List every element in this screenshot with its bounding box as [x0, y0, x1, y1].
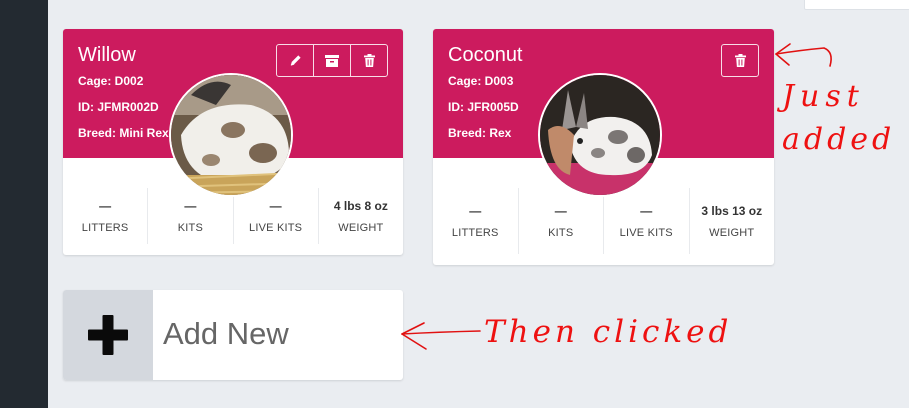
- annotation-added: added: [782, 122, 896, 157]
- plus-icon: [88, 315, 128, 355]
- rabbit-name[interactable]: Coconut: [448, 44, 523, 67]
- edit-icon: [290, 55, 301, 66]
- stats-row: — LITTERS — KITS — LIVE KITS 3 lbs 13 oz…: [433, 188, 774, 254]
- rabbit-card[interactable]: Willow Cage: D002 ID: JFMR002D Breed: Mi…: [63, 29, 403, 255]
- stat-live-kits: — LIVE KITS: [603, 188, 689, 254]
- archive-icon: [325, 54, 339, 67]
- rabbit-cage: Cage: D003: [448, 74, 514, 88]
- archive-button[interactable]: [313, 45, 350, 76]
- annotation-just: Just: [782, 79, 865, 114]
- rabbit-name[interactable]: Willow: [78, 44, 136, 67]
- annotation-then-clicked: Then clicked: [484, 314, 733, 350]
- stat-label: KITS: [177, 221, 203, 234]
- stat-label: KITS: [548, 226, 574, 239]
- annotation-arrow-right: [775, 43, 832, 67]
- stat-value: —: [469, 203, 482, 218]
- trash-icon: [363, 54, 375, 67]
- stat-value: 4 lbs 8 oz: [333, 198, 388, 213]
- rabbit-card[interactable]: Coconut Cage: D003 ID: JFR005D Breed: Re…: [433, 29, 774, 265]
- stat-label: WEIGHT: [338, 221, 384, 234]
- delete-button[interactable]: [350, 45, 387, 76]
- stat-live-kits: — LIVE KITS: [232, 188, 318, 244]
- card-actions: [276, 44, 388, 77]
- stat-label: LIVE KITS: [619, 226, 673, 239]
- rabbit-cage: Cage: D002: [78, 74, 144, 88]
- stat-weight: 4 lbs 8 oz WEIGHT: [317, 188, 403, 244]
- card-actions: [721, 44, 759, 77]
- stat-kits: — KITS: [517, 188, 604, 254]
- stat-value: —: [640, 203, 653, 218]
- rabbit-photo[interactable]: [169, 73, 293, 197]
- annotation-arrow-left: [401, 322, 481, 350]
- delete-button[interactable]: [722, 45, 758, 76]
- rabbit-breed: Breed: Mini Rex: [78, 126, 169, 140]
- plus-box: [63, 290, 153, 380]
- edit-button[interactable]: [277, 45, 313, 76]
- stat-label: WEIGHT: [709, 226, 755, 239]
- add-new-button[interactable]: Add New: [63, 290, 403, 380]
- sidebar: [0, 0, 48, 408]
- stat-label: LITTERS: [81, 221, 129, 234]
- stat-litters: — LITTERS: [433, 188, 518, 254]
- stat-kits: — KITS: [147, 188, 232, 244]
- stat-value: —: [99, 198, 112, 213]
- stat-weight: 3 lbs 13 oz WEIGHT: [688, 188, 775, 254]
- trash-icon: [734, 54, 746, 67]
- stat-label: LITTERS: [451, 226, 499, 239]
- rabbit-breed: Breed: Rex: [448, 126, 512, 140]
- stat-litters: — LITTERS: [63, 188, 147, 244]
- rabbit-id: ID: JFR005D: [448, 100, 519, 114]
- stat-value: —: [184, 198, 197, 213]
- stat-value: —: [554, 203, 567, 218]
- rabbit-id: ID: JFMR002D: [78, 100, 159, 114]
- add-new-label: Add New: [163, 316, 289, 351]
- stat-label: LIVE KITS: [249, 221, 303, 234]
- stat-value: 3 lbs 13 oz: [701, 203, 763, 218]
- rabbit-photo[interactable]: [538, 73, 662, 197]
- top-panel: [804, 0, 909, 10]
- stat-value: —: [269, 198, 282, 213]
